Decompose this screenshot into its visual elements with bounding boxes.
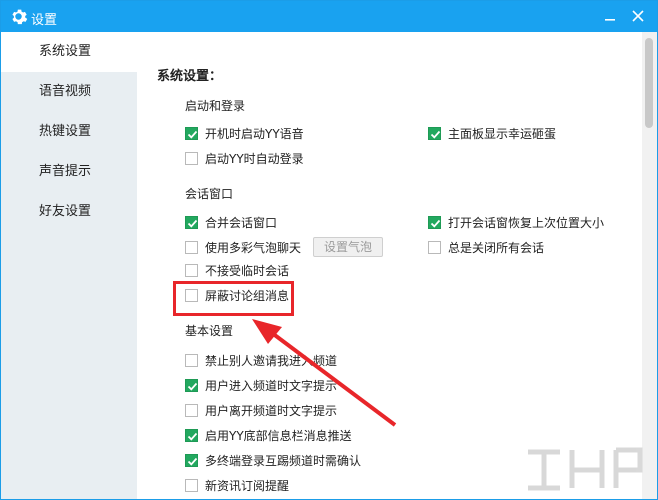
option-label: 多终端登录互踢频道时需确认 (205, 454, 362, 468)
close-icon[interactable] (629, 7, 647, 25)
checkbox[interactable] (185, 216, 198, 229)
highlight-annotation (173, 281, 294, 316)
checkbox[interactable] (428, 216, 441, 229)
section-title: 系统设置： (157, 69, 223, 84)
checkbox[interactable] (185, 127, 198, 140)
settings-panel: 系统设置： 启动和登录 开机时启动YY语音 主面板显示幸运砸蛋 启动YY时自动登… (137, 32, 642, 499)
option-label: 总是关闭所有会话 (448, 241, 545, 255)
checkbox[interactable] (185, 241, 198, 254)
sidebar-item-sound[interactable]: 声音提示 (1, 152, 137, 192)
sidebar-item-friends[interactable]: 好友设置 (1, 192, 137, 232)
option-label: 启动YY时自动登录 (205, 152, 304, 166)
minimize-icon[interactable] (601, 7, 619, 25)
checkbox[interactable] (428, 127, 441, 140)
checkbox[interactable] (185, 152, 198, 165)
option-label: 合并会话窗口 (205, 216, 278, 230)
checkbox[interactable] (428, 241, 441, 254)
vertical-scrollbar[interactable] (642, 32, 657, 499)
sidebar-item-hotkeys[interactable]: 热键设置 (1, 112, 137, 152)
checkbox[interactable] (185, 264, 198, 277)
option-label: 用户离开频道时文字提示 (205, 404, 338, 418)
group-title-basic: 基本设置 (185, 324, 234, 338)
checkbox[interactable] (185, 379, 198, 392)
group-title-session: 会话窗口 (185, 187, 234, 201)
option-label: 新资讯订阅提醒 (205, 479, 290, 493)
checkbox[interactable] (185, 479, 198, 492)
settings-window: 设置 系统设置 语音视频 热键设置 声音提示 好友设置 系统设置： 启动和登录 … (0, 0, 658, 500)
title-bar[interactable]: 设置 (1, 1, 657, 32)
group-title-startup: 启动和登录 (185, 99, 246, 113)
checkbox[interactable] (185, 354, 198, 367)
window-title: 设置 (31, 13, 58, 28)
option-label: 开机时启动YY语音 (205, 127, 304, 141)
option-label: 启用YY底部信息栏消息推送 (205, 429, 352, 443)
checkbox[interactable] (185, 429, 198, 442)
scrollbar-thumb[interactable] (645, 38, 653, 128)
option-label: 用户进入频道时文字提示 (205, 379, 338, 393)
option-label: 使用多彩气泡聊天 (205, 241, 302, 255)
sidebar-item-system[interactable]: 系统设置 (1, 32, 137, 72)
checkbox[interactable] (185, 454, 198, 467)
checkbox[interactable] (185, 404, 198, 417)
option-label: 不接受临时会话 (205, 264, 290, 278)
option-label: 打开会话窗恢复上次位置大小 (448, 216, 605, 230)
option-label: 禁止别人邀请我进入频道 (205, 354, 338, 368)
option-label: 主面板显示幸运砸蛋 (448, 127, 557, 141)
sidebar-item-voice-video[interactable]: 语音视频 (1, 72, 137, 112)
sidebar: 系统设置 语音视频 热键设置 声音提示 好友设置 (1, 32, 137, 499)
gear-icon (12, 9, 28, 25)
set-bubble-button[interactable]: 设置气泡 (313, 237, 383, 257)
